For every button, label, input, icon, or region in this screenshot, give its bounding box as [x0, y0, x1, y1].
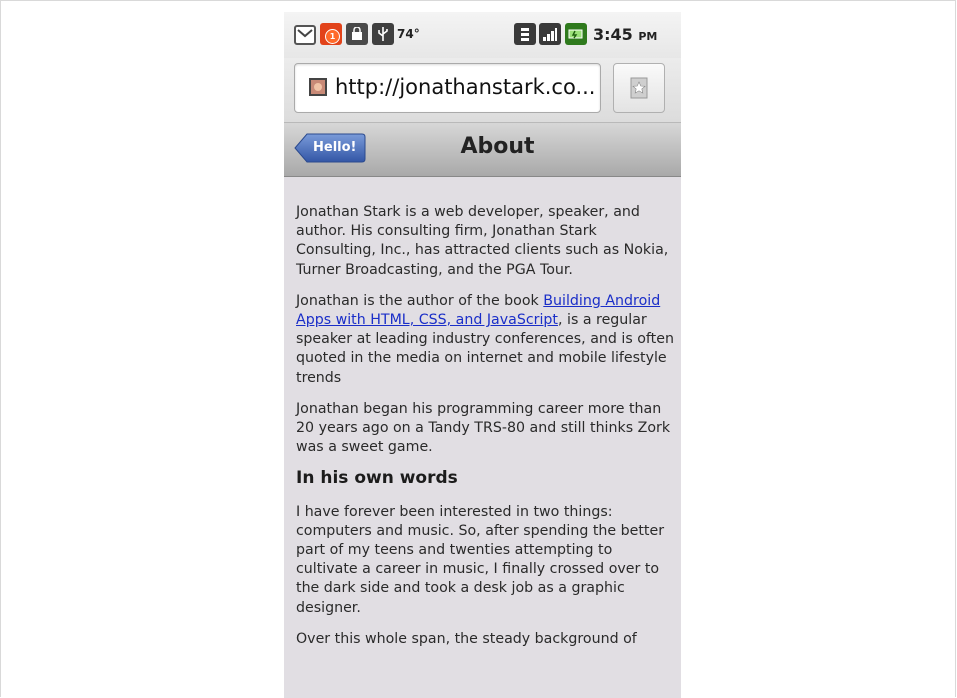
url-field[interactable]: http://jonathanstark.co... — [294, 63, 601, 113]
bio-paragraph-5: Over this whole span, the steady backgro… — [296, 630, 637, 647]
status-clock: 3:45 PM — [593, 25, 657, 44]
bookmark-button[interactable] — [613, 63, 665, 113]
bookmark-star-icon — [630, 77, 648, 99]
notification-icon: 1 — [320, 23, 342, 45]
url-text: http://jonathanstark.co... — [335, 75, 596, 99]
bio-paragraph-1: Jonathan Stark is a web developer, speak… — [296, 204, 669, 278]
clock-ampm: PM — [638, 30, 658, 43]
clock-time: 3:45 — [593, 25, 633, 44]
section-heading: In his own words — [296, 468, 458, 489]
battery-icon — [565, 23, 587, 45]
favicon-icon — [309, 78, 327, 96]
bio-paragraph-2: Jonathan is the author of the book Build… — [296, 292, 676, 388]
signal-icon — [539, 23, 561, 45]
temperature: 74° — [397, 27, 420, 41]
gmail-icon — [294, 25, 316, 45]
bio-paragraph-2-lead: Jonathan is the author of the book — [296, 292, 544, 309]
status-bar: 1 74° 3:45 PM — [284, 12, 681, 58]
notification-count: 1 — [325, 29, 340, 44]
page-content: Jonathan Stark is a web developer, speak… — [296, 203, 676, 661]
wifi-icon — [514, 23, 536, 45]
bio-paragraph-4: I have forever been interested in two th… — [296, 503, 665, 616]
bio-paragraph-3: Jonathan began his programming career mo… — [296, 400, 671, 456]
page-toolbar: Hello! About — [284, 123, 681, 177]
usb-icon — [372, 23, 394, 45]
page-title: About — [460, 134, 535, 159]
browser-url-bar: http://jonathanstark.co... — [284, 58, 681, 123]
market-icon — [346, 23, 368, 45]
phone-screen: 1 74° 3:45 PM http://jonathanstark.co... — [284, 12, 681, 698]
